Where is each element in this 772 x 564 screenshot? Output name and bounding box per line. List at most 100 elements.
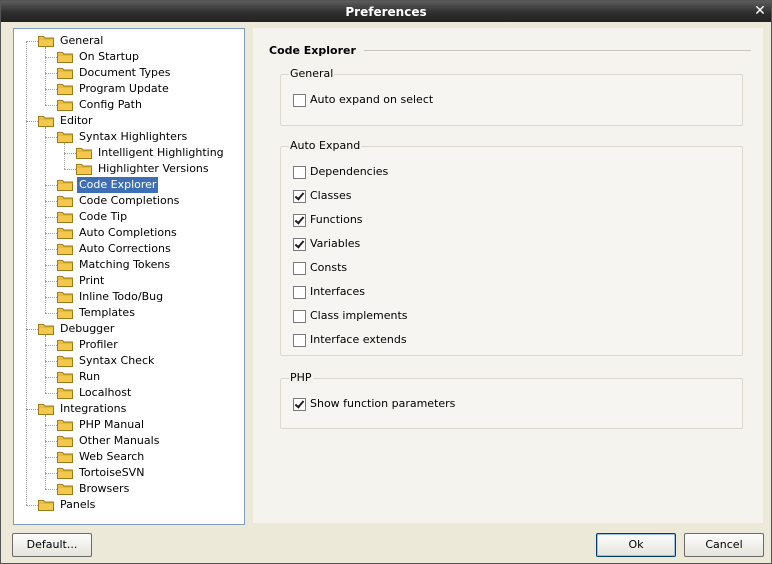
group-title: Auto Expand bbox=[289, 139, 362, 152]
checkbox-option[interactable]: Classes bbox=[293, 189, 593, 205]
folder-icon bbox=[76, 163, 92, 175]
checkbox-option[interactable]: Dependencies bbox=[293, 165, 593, 181]
group-title: General bbox=[289, 67, 335, 80]
checkbox-unchecked[interactable] bbox=[293, 334, 306, 347]
tree-item-label: Document Types bbox=[79, 66, 171, 79]
folder-icon bbox=[57, 275, 73, 287]
tree-connector bbox=[45, 313, 57, 314]
cancel-button[interactable]: Cancel bbox=[684, 533, 764, 557]
checkbox-option[interactable]: Class implements bbox=[293, 309, 593, 325]
tree-connector bbox=[45, 137, 57, 138]
tree-connector bbox=[45, 425, 57, 426]
folder-icon bbox=[57, 435, 73, 447]
checkbox-unchecked[interactable] bbox=[293, 262, 306, 275]
folder-icon bbox=[57, 67, 73, 79]
tree-connector bbox=[26, 329, 38, 330]
close-icon[interactable]: ✕ bbox=[753, 4, 767, 18]
tree-item-label: On Startup bbox=[79, 50, 139, 63]
tree-connector bbox=[26, 121, 38, 122]
folder-icon bbox=[57, 387, 73, 399]
folder-open-icon bbox=[38, 35, 54, 47]
folder-icon bbox=[57, 179, 73, 191]
tree-connector bbox=[26, 409, 38, 410]
tree-connector bbox=[64, 143, 65, 169]
option-group: PHP Show function parameters bbox=[280, 371, 743, 429]
checkbox-option[interactable]: Functions bbox=[293, 213, 593, 229]
tree-connector bbox=[45, 233, 57, 234]
ok-button[interactable]: Ok bbox=[596, 533, 676, 557]
tree-item-label: Print bbox=[79, 274, 105, 287]
checkbox-option[interactable]: Auto expand on select bbox=[293, 93, 593, 109]
tree-item-label: General bbox=[60, 34, 104, 47]
checkbox-option[interactable]: Interface extends bbox=[293, 333, 593, 349]
folder-icon bbox=[38, 499, 54, 511]
tree-item-label: Program Update bbox=[79, 82, 169, 95]
tree-connector bbox=[45, 415, 46, 489]
folder-icon bbox=[57, 467, 73, 479]
checkbox-unchecked[interactable] bbox=[293, 286, 306, 299]
tree-item-label: Code Tip bbox=[79, 210, 128, 223]
folder-icon bbox=[57, 83, 73, 95]
checkbox-checked[interactable] bbox=[293, 214, 306, 227]
tree-item-label: PHP Manual bbox=[79, 418, 145, 431]
checkbox-label: Variables bbox=[310, 237, 361, 250]
folder-icon bbox=[57, 451, 73, 463]
tree-item-label: Highlighter Versions bbox=[98, 162, 209, 175]
folder-open-icon bbox=[57, 131, 73, 143]
tree-connector bbox=[45, 281, 57, 282]
checkbox-unchecked[interactable] bbox=[293, 166, 306, 179]
checkbox-checked[interactable] bbox=[293, 238, 306, 251]
checkbox-label: Functions bbox=[310, 213, 363, 226]
tree-item-label: Inline Todo/Bug bbox=[79, 290, 164, 303]
folder-icon bbox=[57, 307, 73, 319]
tree-connector bbox=[45, 73, 57, 74]
option-group: Auto Expand Dependencies Classes Functions V… bbox=[280, 139, 743, 356]
tree-connector bbox=[45, 393, 57, 394]
group-title: PHP bbox=[289, 371, 313, 384]
tree-connector bbox=[45, 473, 57, 474]
checkbox-option[interactable]: Consts bbox=[293, 261, 593, 277]
tree-item-label: Web Search bbox=[79, 450, 145, 463]
window-title: Preferences bbox=[345, 5, 427, 19]
checkbox-label: Show function parameters bbox=[310, 397, 456, 410]
folder-icon bbox=[57, 355, 73, 367]
checkbox-checked[interactable] bbox=[293, 190, 306, 203]
checkbox-option[interactable]: Variables bbox=[293, 237, 593, 253]
checkbox-unchecked[interactable] bbox=[293, 94, 306, 107]
checkbox-option[interactable]: Show function parameters bbox=[293, 397, 593, 413]
checkbox-label: Class implements bbox=[310, 309, 408, 322]
tree-connector bbox=[45, 47, 46, 105]
folder-icon bbox=[57, 291, 73, 303]
tree-connector bbox=[64, 169, 76, 170]
checkbox-option[interactable]: Interfaces bbox=[293, 285, 593, 301]
title-bar[interactable]: Preferences ✕ bbox=[1, 1, 771, 22]
tree-connector bbox=[45, 361, 57, 362]
folder-icon bbox=[57, 195, 73, 207]
tree-item-label: Intelligent Highlighting bbox=[98, 146, 224, 159]
tree-connector bbox=[45, 265, 57, 266]
tree-item-label: Code Explorer bbox=[75, 176, 160, 194]
settings-panel: Code Explorer General Auto expand on sele… bbox=[253, 28, 763, 523]
tree-item-label: Localhost bbox=[79, 386, 132, 399]
tree-item-label: Auto Corrections bbox=[79, 242, 171, 255]
folder-icon bbox=[57, 51, 73, 63]
tree-connector bbox=[45, 127, 46, 313]
tree-connector bbox=[45, 185, 57, 186]
option-group: General Auto expand on select bbox=[280, 67, 743, 126]
tree-connector bbox=[45, 249, 57, 250]
tree-item-label: Auto Completions bbox=[79, 226, 177, 239]
category-tree[interactable]: General On Startup Document Types Program U… bbox=[13, 28, 245, 525]
checkbox-label: Interfaces bbox=[310, 285, 365, 298]
checkbox-checked[interactable] bbox=[293, 398, 306, 411]
checkbox-unchecked[interactable] bbox=[293, 310, 306, 323]
tree-item-label: Code Completions bbox=[79, 194, 180, 207]
default-button[interactable]: Default... bbox=[12, 533, 92, 557]
tree-connector bbox=[45, 377, 57, 378]
folder-open-icon bbox=[38, 323, 54, 335]
folder-icon bbox=[57, 99, 73, 111]
tree-connector bbox=[45, 441, 57, 442]
folder-icon bbox=[57, 211, 73, 223]
folder-open-icon bbox=[38, 403, 54, 415]
checkbox-label: Dependencies bbox=[310, 165, 389, 178]
tree-connector bbox=[64, 153, 76, 154]
